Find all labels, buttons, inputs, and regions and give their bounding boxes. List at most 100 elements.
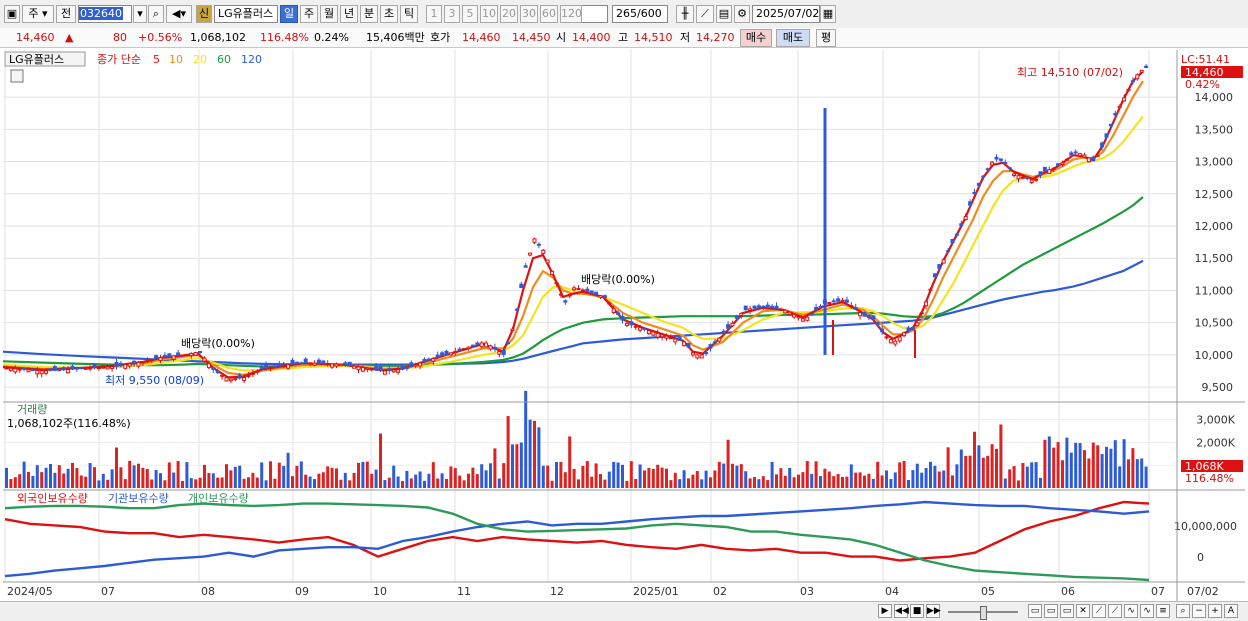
auto-scale-icon[interactable]: A xyxy=(1224,604,1238,618)
volume-bar xyxy=(115,447,118,488)
volume-bar xyxy=(128,460,132,488)
volume-bar xyxy=(1135,459,1139,488)
fib-icon[interactable]: ≡ xyxy=(1156,604,1170,618)
chart-area[interactable]: 9,500 10,000 10,500 11,000 11,500 12,000 12,50… xyxy=(3,50,1245,603)
window-icon[interactable]: ▭ xyxy=(1028,604,1042,618)
candle-body xyxy=(946,250,951,253)
holdings-legend-0: 외국인보유수량 xyxy=(17,492,88,505)
interval-button-20[interactable]: 20 xyxy=(500,5,518,23)
rewind-icon[interactable]: ◀◀ xyxy=(894,604,909,618)
volume-bar xyxy=(788,467,792,488)
candle-body xyxy=(800,318,805,322)
stop-icon[interactable]: ■ xyxy=(910,604,924,618)
volume-bar xyxy=(467,473,470,488)
interval-button-120[interactable]: 120 xyxy=(560,5,582,23)
candle-body xyxy=(875,321,880,326)
gear-icon[interactable]: ⚙ xyxy=(734,5,750,23)
period-button-2[interactable]: 월 xyxy=(320,5,338,23)
volume-bar xyxy=(497,478,501,488)
candle-body xyxy=(1144,65,1149,68)
save-icon[interactable]: ▤ xyxy=(716,5,732,23)
volume-bar xyxy=(475,474,479,488)
volume-bar xyxy=(321,472,325,488)
candle-icon[interactable]: ╫ xyxy=(676,5,694,23)
period-button-6[interactable]: 틱 xyxy=(400,5,418,23)
zoom-slider-handle[interactable] xyxy=(980,606,987,620)
period-button-3[interactable]: 년 xyxy=(340,5,358,23)
candle-body xyxy=(413,364,418,367)
trend-icon[interactable]: ⟋ xyxy=(1108,604,1122,618)
candle-body xyxy=(1117,105,1122,109)
candle-body xyxy=(990,161,995,166)
eval-button[interactable]: 평 xyxy=(816,29,836,47)
calendar-icon[interactable]: ▦ xyxy=(820,5,836,23)
zoom-in-icon[interactable]: + xyxy=(1208,604,1222,618)
volume-bar xyxy=(418,471,422,488)
volume-bar xyxy=(357,462,360,488)
candle-body xyxy=(470,344,475,347)
interval-button-1[interactable]: 1 xyxy=(426,5,442,23)
quote-open: 14,400 xyxy=(572,31,611,44)
candle-body xyxy=(585,288,590,292)
interval-button-60[interactable]: 60 xyxy=(540,5,558,23)
volume-bar xyxy=(524,390,528,488)
zoom-icon[interactable]: ⌕ xyxy=(1176,604,1190,618)
measure-icon[interactable]: ⟋ xyxy=(1092,604,1106,618)
prev-button[interactable]: 전 xyxy=(56,5,76,23)
candle-body xyxy=(594,291,599,295)
interval-button-3[interactable]: 3 xyxy=(444,5,460,23)
indicator-icon[interactable]: ⟋ xyxy=(696,5,714,23)
pattern-icon[interactable]: ∿ xyxy=(1140,604,1154,618)
volume-bar xyxy=(458,475,462,488)
fast-forward-icon[interactable]: ▶▶ xyxy=(926,604,941,618)
split-icon[interactable]: ▭ xyxy=(1044,604,1058,618)
wave-icon[interactable]: ∿ xyxy=(1124,604,1138,618)
candle-body xyxy=(347,361,352,366)
date-field[interactable]: 2025/07/02 xyxy=(752,5,820,23)
code-dropdown-icon[interactable]: ▾ xyxy=(133,5,147,23)
time-tick-label: 11 xyxy=(457,585,471,598)
period-button-0[interactable]: 일 xyxy=(280,5,298,23)
interval-button-5[interactable]: 5 xyxy=(462,5,478,23)
search-icon[interactable]: ⌕ xyxy=(148,5,164,23)
scroll-right-icon[interactable]: ▶ xyxy=(878,604,892,618)
candle-body xyxy=(712,341,717,344)
candle-body xyxy=(532,238,537,243)
candle-body xyxy=(30,369,35,372)
period-button-4[interactable]: 분 xyxy=(360,5,378,23)
count-field[interactable]: 265/600 xyxy=(612,5,668,23)
code-input[interactable]: 032640 xyxy=(78,5,132,23)
volume-bar xyxy=(1096,445,1100,488)
period-button-1[interactable]: 주 xyxy=(300,5,318,23)
market-select[interactable]: 주 ▾ xyxy=(22,5,54,23)
candle-body xyxy=(330,363,335,368)
speaker-icon[interactable]: ◀▾ xyxy=(166,5,192,23)
candle-body xyxy=(976,182,981,186)
buy-button[interactable]: 매수 xyxy=(740,29,772,47)
interval-button-30[interactable]: 30 xyxy=(520,5,538,23)
volume-bar xyxy=(211,473,215,488)
volume-bar xyxy=(766,480,770,488)
crosshair-icon[interactable]: ✕ xyxy=(1076,604,1090,618)
volume-bar xyxy=(739,464,743,488)
candle-body xyxy=(994,156,999,160)
layout-icon[interactable]: ▣ xyxy=(4,5,20,23)
zoom-out-icon[interactable]: − xyxy=(1192,604,1206,618)
tile-icon[interactable]: ▭ xyxy=(1060,604,1074,618)
volume-bar xyxy=(62,473,66,488)
volume-bar xyxy=(13,477,17,488)
period-button-5[interactable]: 초 xyxy=(380,5,398,23)
candle-body xyxy=(651,331,656,336)
volume-bar xyxy=(572,468,576,488)
interval-button-10[interactable]: 10 xyxy=(480,5,498,23)
volume-bar xyxy=(687,478,690,488)
volume-bar xyxy=(770,461,774,488)
volume-bar xyxy=(682,470,686,488)
candle-body xyxy=(831,300,836,303)
candle-body xyxy=(1034,178,1039,181)
sell-button[interactable]: 매도 xyxy=(776,29,810,47)
candle-body xyxy=(233,378,238,381)
legend-item-60: 60 xyxy=(217,53,231,66)
quote-volume: 1,068,102 xyxy=(190,31,246,44)
new-badge: 신 xyxy=(196,5,212,23)
